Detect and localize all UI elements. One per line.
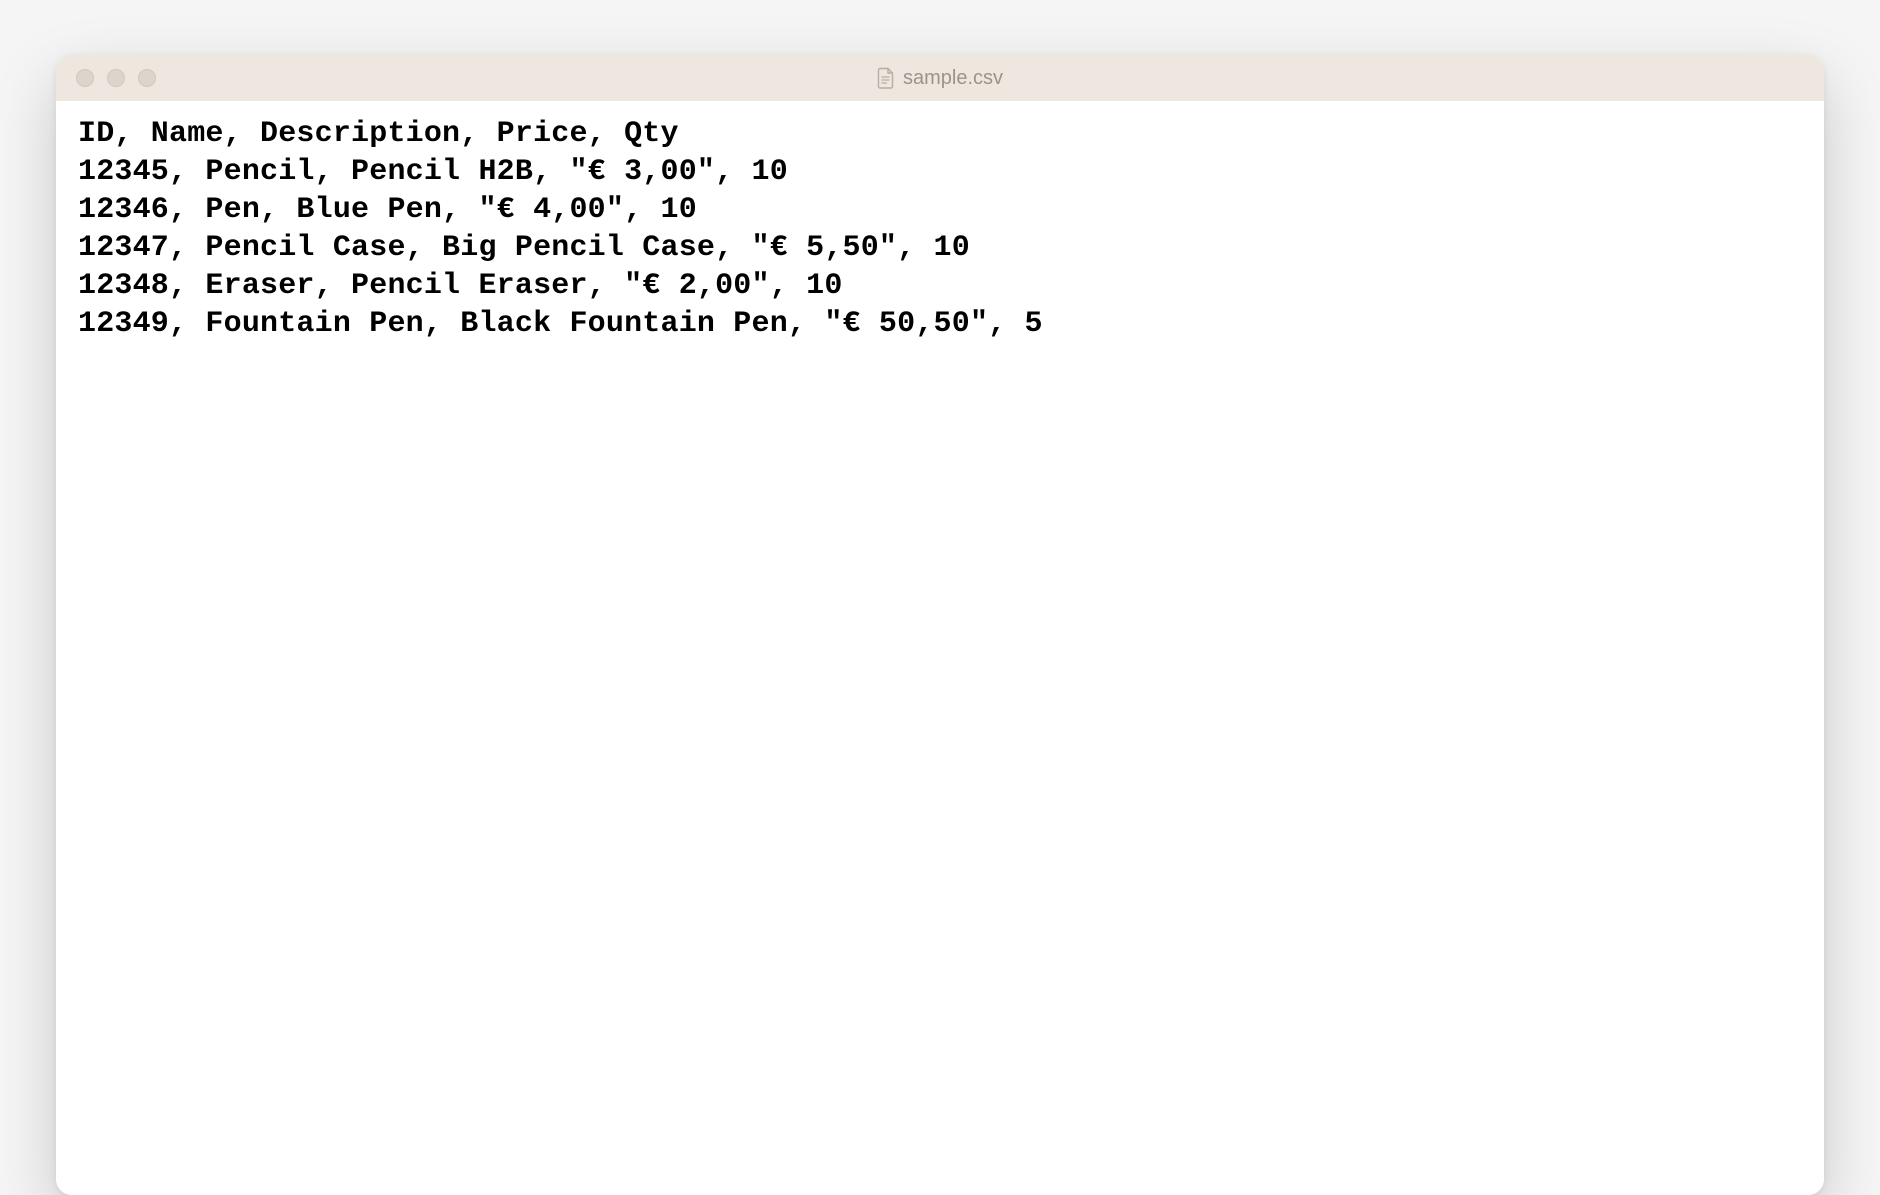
titlebar[interactable]: sample.csv — [56, 55, 1824, 101]
close-button[interactable] — [76, 69, 94, 87]
window-title-group: sample.csv — [877, 67, 1003, 90]
document-icon — [877, 67, 895, 89]
minimize-button[interactable] — [107, 69, 125, 87]
window-controls — [76, 69, 156, 87]
file-text[interactable]: ID, Name, Description, Price, Qty 12345,… — [78, 115, 1802, 344]
maximize-button[interactable] — [138, 69, 156, 87]
text-editor-window: sample.csv ID, Name, Description, Price,… — [56, 55, 1824, 1195]
window-title: sample.csv — [903, 67, 1003, 90]
editor-content[interactable]: ID, Name, Description, Price, Qty 12345,… — [56, 101, 1824, 1195]
